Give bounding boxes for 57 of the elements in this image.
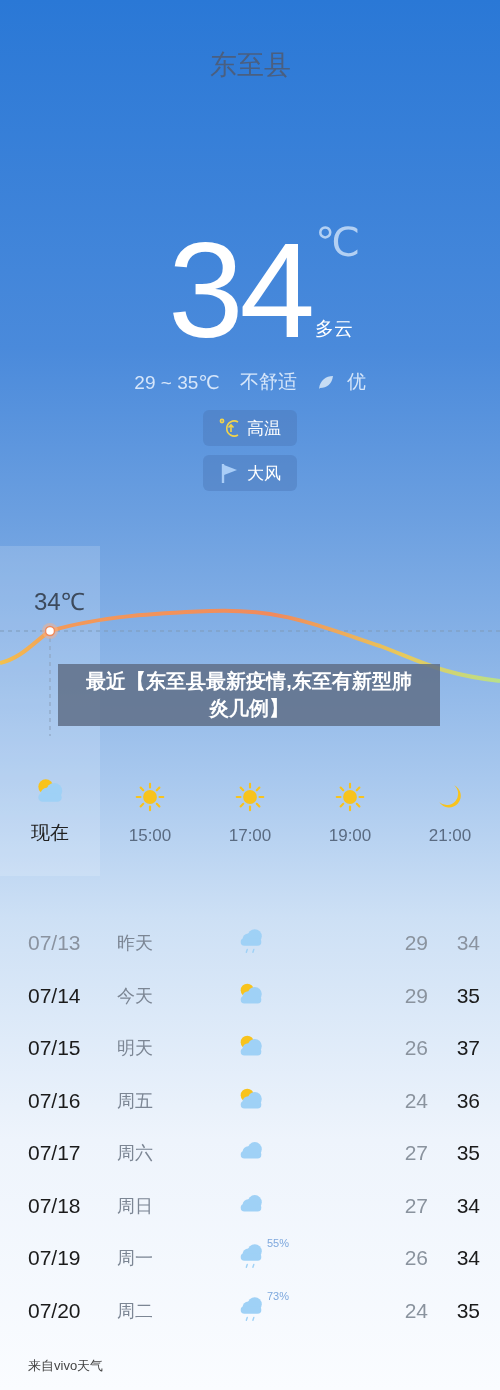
caption-banner: 最近【东至县最新疫情,东至有新型肺炎几例】 xyxy=(58,664,440,726)
current-temp-label: 34℃ xyxy=(34,588,85,615)
high-temperature: 37 xyxy=(455,1036,480,1061)
high-temperature: 35 xyxy=(455,983,480,1008)
temperature-up-icon xyxy=(219,417,241,439)
current-point xyxy=(42,623,58,639)
hour-time: 17:00 xyxy=(228,826,272,846)
source-note: 来自vivo天气 xyxy=(28,1357,105,1375)
air-quality: 优 xyxy=(346,370,366,394)
hour-time: 19:00 xyxy=(328,826,372,846)
date: 07/15 xyxy=(28,1036,82,1061)
weekday: 今天 xyxy=(117,984,154,1008)
city-name: 东至县 xyxy=(209,49,291,82)
temperature-range: 29 ~ 35℃ xyxy=(134,370,220,394)
alert-badge[interactable]: 高温 xyxy=(203,410,297,446)
rain-chance: 55% xyxy=(267,1237,290,1250)
weekday: 周二 xyxy=(117,1299,154,1323)
sun-icon xyxy=(233,780,267,814)
weekday: 周一 xyxy=(117,1247,154,1271)
low-temperature: 24 xyxy=(403,1088,428,1113)
temperature-unit: ℃ xyxy=(315,222,361,262)
weekday: 明天 xyxy=(117,1037,154,1061)
hour-time: 15:00 xyxy=(128,826,172,846)
leaf-icon xyxy=(316,373,335,391)
low-temperature: 24 xyxy=(403,1298,428,1323)
low-temperature: 26 xyxy=(403,1036,428,1061)
weather-condition: 多云 xyxy=(315,317,355,341)
date: 07/13 xyxy=(28,931,82,956)
weekday: 周日 xyxy=(117,1194,154,1218)
hour-time: 21:00 xyxy=(428,826,472,846)
date: 07/14 xyxy=(28,983,82,1008)
high-temperature: 34 xyxy=(455,1246,480,1271)
low-temperature: 26 xyxy=(403,1246,428,1271)
rain-chance: 73% xyxy=(267,1289,290,1302)
high-temperature: 36 xyxy=(455,1088,480,1113)
sun-icon xyxy=(133,780,167,814)
date: 07/16 xyxy=(28,1088,82,1113)
weekday: 昨天 xyxy=(117,932,154,956)
weekday: 周五 xyxy=(117,1089,154,1113)
high-temperature: 34 xyxy=(455,931,480,956)
weekday: 周六 xyxy=(117,1142,154,1166)
low-temperature: 27 xyxy=(403,1141,428,1166)
comfort-level: 不舒适 xyxy=(239,370,297,394)
low-temperature: 29 xyxy=(403,983,428,1008)
high-temperature: 35 xyxy=(455,1141,480,1166)
high-temperature: 34 xyxy=(455,1193,480,1218)
date: 07/17 xyxy=(28,1141,82,1166)
low-temperature: 29 xyxy=(403,931,428,956)
date: 07/18 xyxy=(28,1193,82,1218)
date: 07/20 xyxy=(28,1298,82,1323)
high-temperature: 35 xyxy=(455,1298,480,1323)
date: 07/19 xyxy=(28,1246,82,1271)
sun-icon xyxy=(333,780,367,814)
low-temperature: 27 xyxy=(403,1193,428,1218)
alert-badge[interactable]: 大风 xyxy=(203,455,297,491)
current-temperature: 34 xyxy=(167,222,312,358)
hour-time: 现在 xyxy=(31,821,69,845)
